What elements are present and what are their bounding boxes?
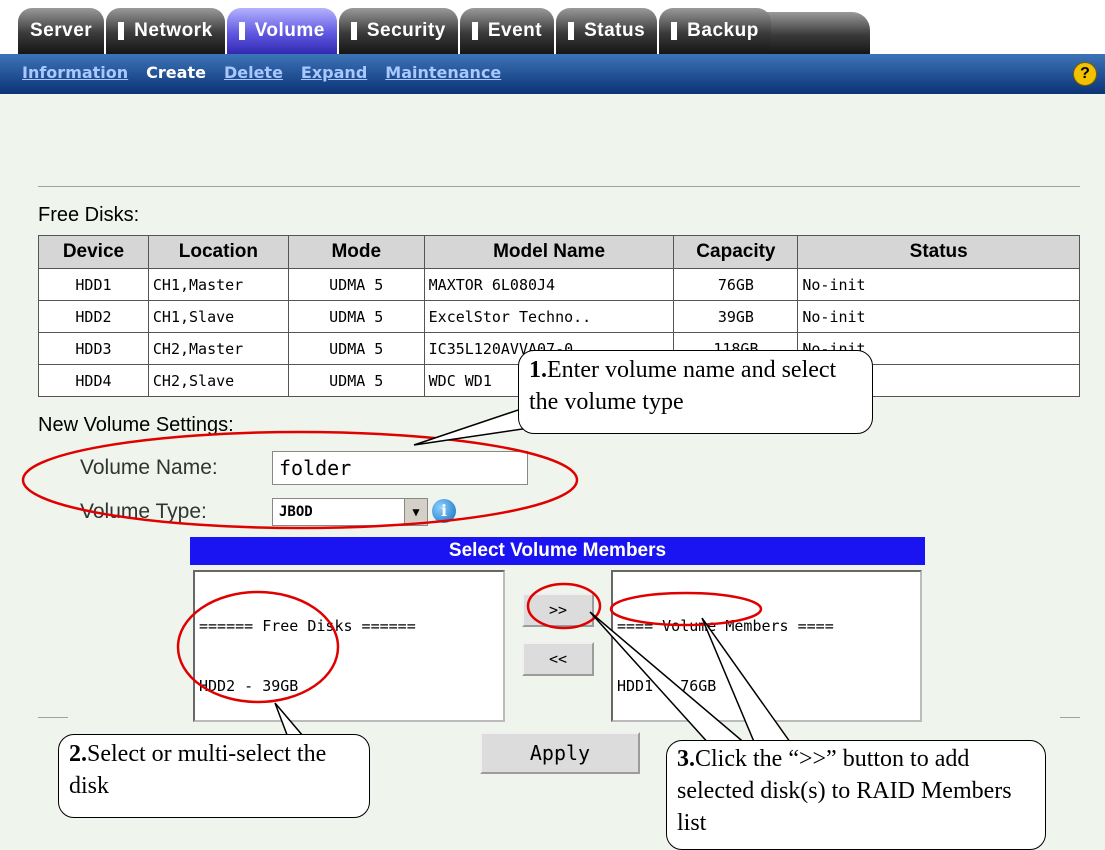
callout-number: 1. (529, 357, 547, 383)
annotation-ellipse (609, 591, 763, 627)
callout-step-3: 3.Click the “>>” button to add selected … (666, 740, 1046, 850)
callout-text: Select or multi-select the disk (69, 741, 327, 799)
callout-number: 2. (69, 741, 87, 767)
callout-text: Enter volume name and select the volume … (529, 357, 837, 415)
annotation-ellipse (21, 430, 579, 530)
annotation-ellipse (176, 590, 340, 704)
callout-number: 3. (677, 746, 695, 772)
callout-text: Click the “>>” button to add selected di… (677, 746, 1012, 836)
callout-step-2: 2.Select or multi-select the disk (58, 734, 370, 818)
annotation-ellipse (526, 582, 602, 630)
callout-step-1: 1.Enter volume name and select the volum… (518, 350, 873, 434)
